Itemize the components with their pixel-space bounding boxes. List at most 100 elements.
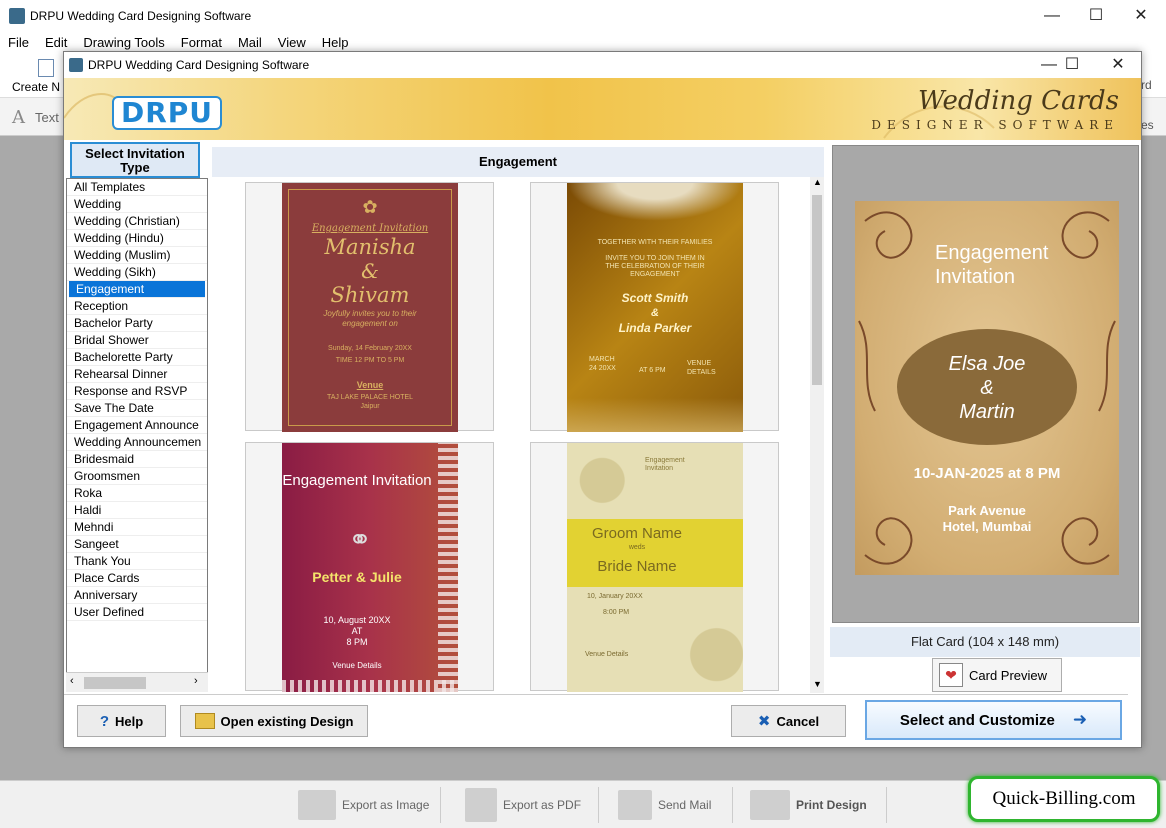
card-venue: TAJ LAKE PALACE HOTEL — [326, 394, 414, 401]
template-tile-3[interactable]: Engagement Invitation ⚭ Petter & Julie 1… — [245, 442, 494, 692]
type-item-place-cards[interactable]: Place Cards — [67, 570, 207, 587]
card-time: AT 6 PM — [639, 367, 666, 374]
type-item-groomsmen[interactable]: Groomsmen — [67, 468, 207, 485]
send-mail-button[interactable]: Send Mail — [618, 789, 711, 821]
maximize-icon[interactable]: ☐ — [1073, 4, 1119, 28]
card-ampersand: & — [651, 307, 659, 319]
type-item-engagement-announce[interactable]: Engagement Announce — [67, 417, 207, 434]
type-item-roka[interactable]: Roka — [67, 485, 207, 502]
type-item-mehndi[interactable]: Mehndi — [67, 519, 207, 536]
type-item-response-rsvp[interactable]: Response and RSVP — [67, 383, 207, 400]
card-size-label: Flat Card (104 x 148 mm) — [830, 627, 1140, 657]
export-image-button[interactable]: Export as Image — [298, 789, 429, 821]
type-item-haldi[interactable]: Haldi — [67, 502, 207, 519]
type-item-all-templates[interactable]: All Templates — [67, 179, 207, 196]
open-existing-design-button[interactable]: Open existing Design — [180, 705, 368, 737]
type-item-wedding-sikh[interactable]: Wedding (Sikh) — [67, 264, 207, 281]
select-and-customize-button[interactable]: Select and Customize ➜ — [865, 700, 1122, 740]
menu-mail[interactable]: Mail — [230, 32, 270, 50]
print-design-button[interactable]: Print Design — [750, 789, 867, 821]
card-ornament — [567, 398, 743, 432]
type-item-wedding-christian[interactable]: Wedding (Christian) — [67, 213, 207, 230]
type-item-reception[interactable]: Reception — [67, 298, 207, 315]
card-name-1: Manisha — [324, 235, 416, 259]
type-item-wedding[interactable]: Wedding — [67, 196, 207, 213]
menu-edit[interactable]: Edit — [37, 32, 75, 50]
export-pdf-button[interactable]: Export as PDF — [465, 788, 581, 822]
type-item-wedding-announcement[interactable]: Wedding Announcemen — [67, 434, 207, 451]
type-item-wedding-muslim[interactable]: Wedding (Muslim) — [67, 247, 207, 264]
dialog-title-bar: DRPU Wedding Card Designing Software — ☐… — [64, 52, 1141, 78]
card-venue: VENUE DETAILS — [687, 360, 716, 376]
card-bride: Bride Name — [597, 558, 677, 575]
text-tool-button[interactable]: Text — [35, 110, 59, 125]
scrollbar-thumb[interactable] — [84, 677, 146, 689]
preview-card: Engagement Invitation Elsa Joe & Martin … — [855, 201, 1119, 575]
type-item-bridal-shower[interactable]: Bridal Shower — [67, 332, 207, 349]
scrollbar-thumb[interactable] — [812, 195, 822, 385]
card-at: AT — [351, 626, 363, 636]
template-card-4: Engagement Invitation Groom Name weds Br… — [567, 443, 743, 692]
menu-file[interactable]: File — [0, 32, 37, 50]
dialog-maximize-icon[interactable]: ☐ — [1049, 53, 1095, 77]
close-icon[interactable]: ✕ — [1118, 4, 1164, 28]
scroll-up-icon[interactable]: ▲ — [813, 177, 822, 187]
lace-border — [282, 680, 458, 692]
preview-name-1: Elsa Joe — [948, 353, 1026, 375]
dialog-title: DRPU Wedding Card Designing Software — [88, 58, 310, 72]
dialog-close-icon[interactable]: ✕ — [1095, 53, 1141, 77]
menu-drawing-tools[interactable]: Drawing Tools — [75, 32, 172, 50]
create-new-button[interactable]: Create N — [12, 80, 60, 94]
divider — [598, 787, 599, 823]
card-venue: Venue Details — [585, 651, 629, 658]
cancel-button[interactable]: ✖ Cancel — [731, 705, 846, 737]
card-heading: Engagement Invitation — [311, 223, 429, 234]
card-date: MARCH 24 20XX — [589, 356, 616, 372]
type-item-rehearsal-dinner[interactable]: Rehearsal Dinner — [67, 366, 207, 383]
mail-icon — [618, 790, 652, 820]
lace-border — [438, 443, 458, 692]
divider — [64, 694, 1128, 695]
x-icon: ✖ — [757, 713, 771, 730]
preview-panel: Engagement Invitation Elsa Joe & Martin … — [832, 145, 1139, 623]
card-line-2: INVITE YOU TO JOIN THEM IN THE CELEBRATI… — [605, 255, 705, 278]
banner-subtitle: DESIGNER SOFTWARE — [871, 118, 1119, 132]
type-item-user-defined[interactable]: User Defined — [67, 604, 207, 621]
type-item-thank-you[interactable]: Thank You — [67, 553, 207, 570]
template-gallery: ✿ Engagement Invitation Manisha & Shivam… — [212, 177, 824, 693]
template-tile-2[interactable]: TOGETHER WITH THEIR FAMILIES INVITE YOU … — [530, 182, 779, 432]
type-item-engagement[interactable]: Engagement — [69, 281, 205, 298]
type-item-save-the-date[interactable]: Save The Date — [67, 400, 207, 417]
type-item-wedding-hindu[interactable]: Wedding (Hindu) — [67, 230, 207, 247]
template-card-1: ✿ Engagement Invitation Manisha & Shivam… — [282, 183, 458, 432]
type-list-horizontal-scrollbar[interactable]: ‹ › — [66, 672, 208, 692]
scroll-down-icon[interactable]: ▼ — [813, 679, 822, 689]
image-icon — [298, 790, 336, 820]
scroll-left-icon[interactable]: ‹ — [70, 675, 74, 687]
menu-view[interactable]: View — [270, 32, 314, 50]
card-time: 8 PM — [346, 637, 368, 647]
banner: DRPU Wedding Cards DESIGNER SOFTWARE — [64, 78, 1141, 140]
minimize-icon[interactable]: — — [1029, 4, 1075, 28]
gallery-vertical-scrollbar[interactable]: ▲ ▼ — [810, 177, 824, 693]
help-button[interactable]: ? Help — [77, 705, 166, 737]
template-tile-1[interactable]: ✿ Engagement Invitation Manisha & Shivam… — [245, 182, 494, 432]
divider — [440, 787, 441, 823]
type-item-bachelor-party[interactable]: Bachelor Party — [67, 315, 207, 332]
menu-format[interactable]: Format — [173, 32, 230, 50]
card-preview-button[interactable]: ❤ Card Preview — [932, 658, 1062, 692]
card-invite-text: Joyfully invites you to their engagement… — [323, 309, 417, 328]
card-preview-label: Card Preview — [969, 667, 1048, 683]
type-item-bachelorette-party[interactable]: Bachelorette Party — [67, 349, 207, 366]
menu-help[interactable]: Help — [314, 32, 357, 50]
card-heading: Engagement Invitation — [282, 472, 432, 489]
banner-title: Wedding Cards DESIGNER SOFTWARE — [871, 86, 1119, 132]
preview-name-2: Martin — [959, 401, 1015, 423]
scroll-right-icon[interactable]: › — [194, 675, 198, 687]
type-item-anniversary[interactable]: Anniversary — [67, 587, 207, 604]
card-city: Jaipur — [360, 403, 380, 410]
type-item-bridesmaid[interactable]: Bridesmaid — [67, 451, 207, 468]
invitation-type-list: All Templates Wedding Wedding (Christian… — [66, 178, 208, 692]
template-tile-4[interactable]: Engagement Invitation Groom Name weds Br… — [530, 442, 779, 692]
type-item-sangeet[interactable]: Sangeet — [67, 536, 207, 553]
